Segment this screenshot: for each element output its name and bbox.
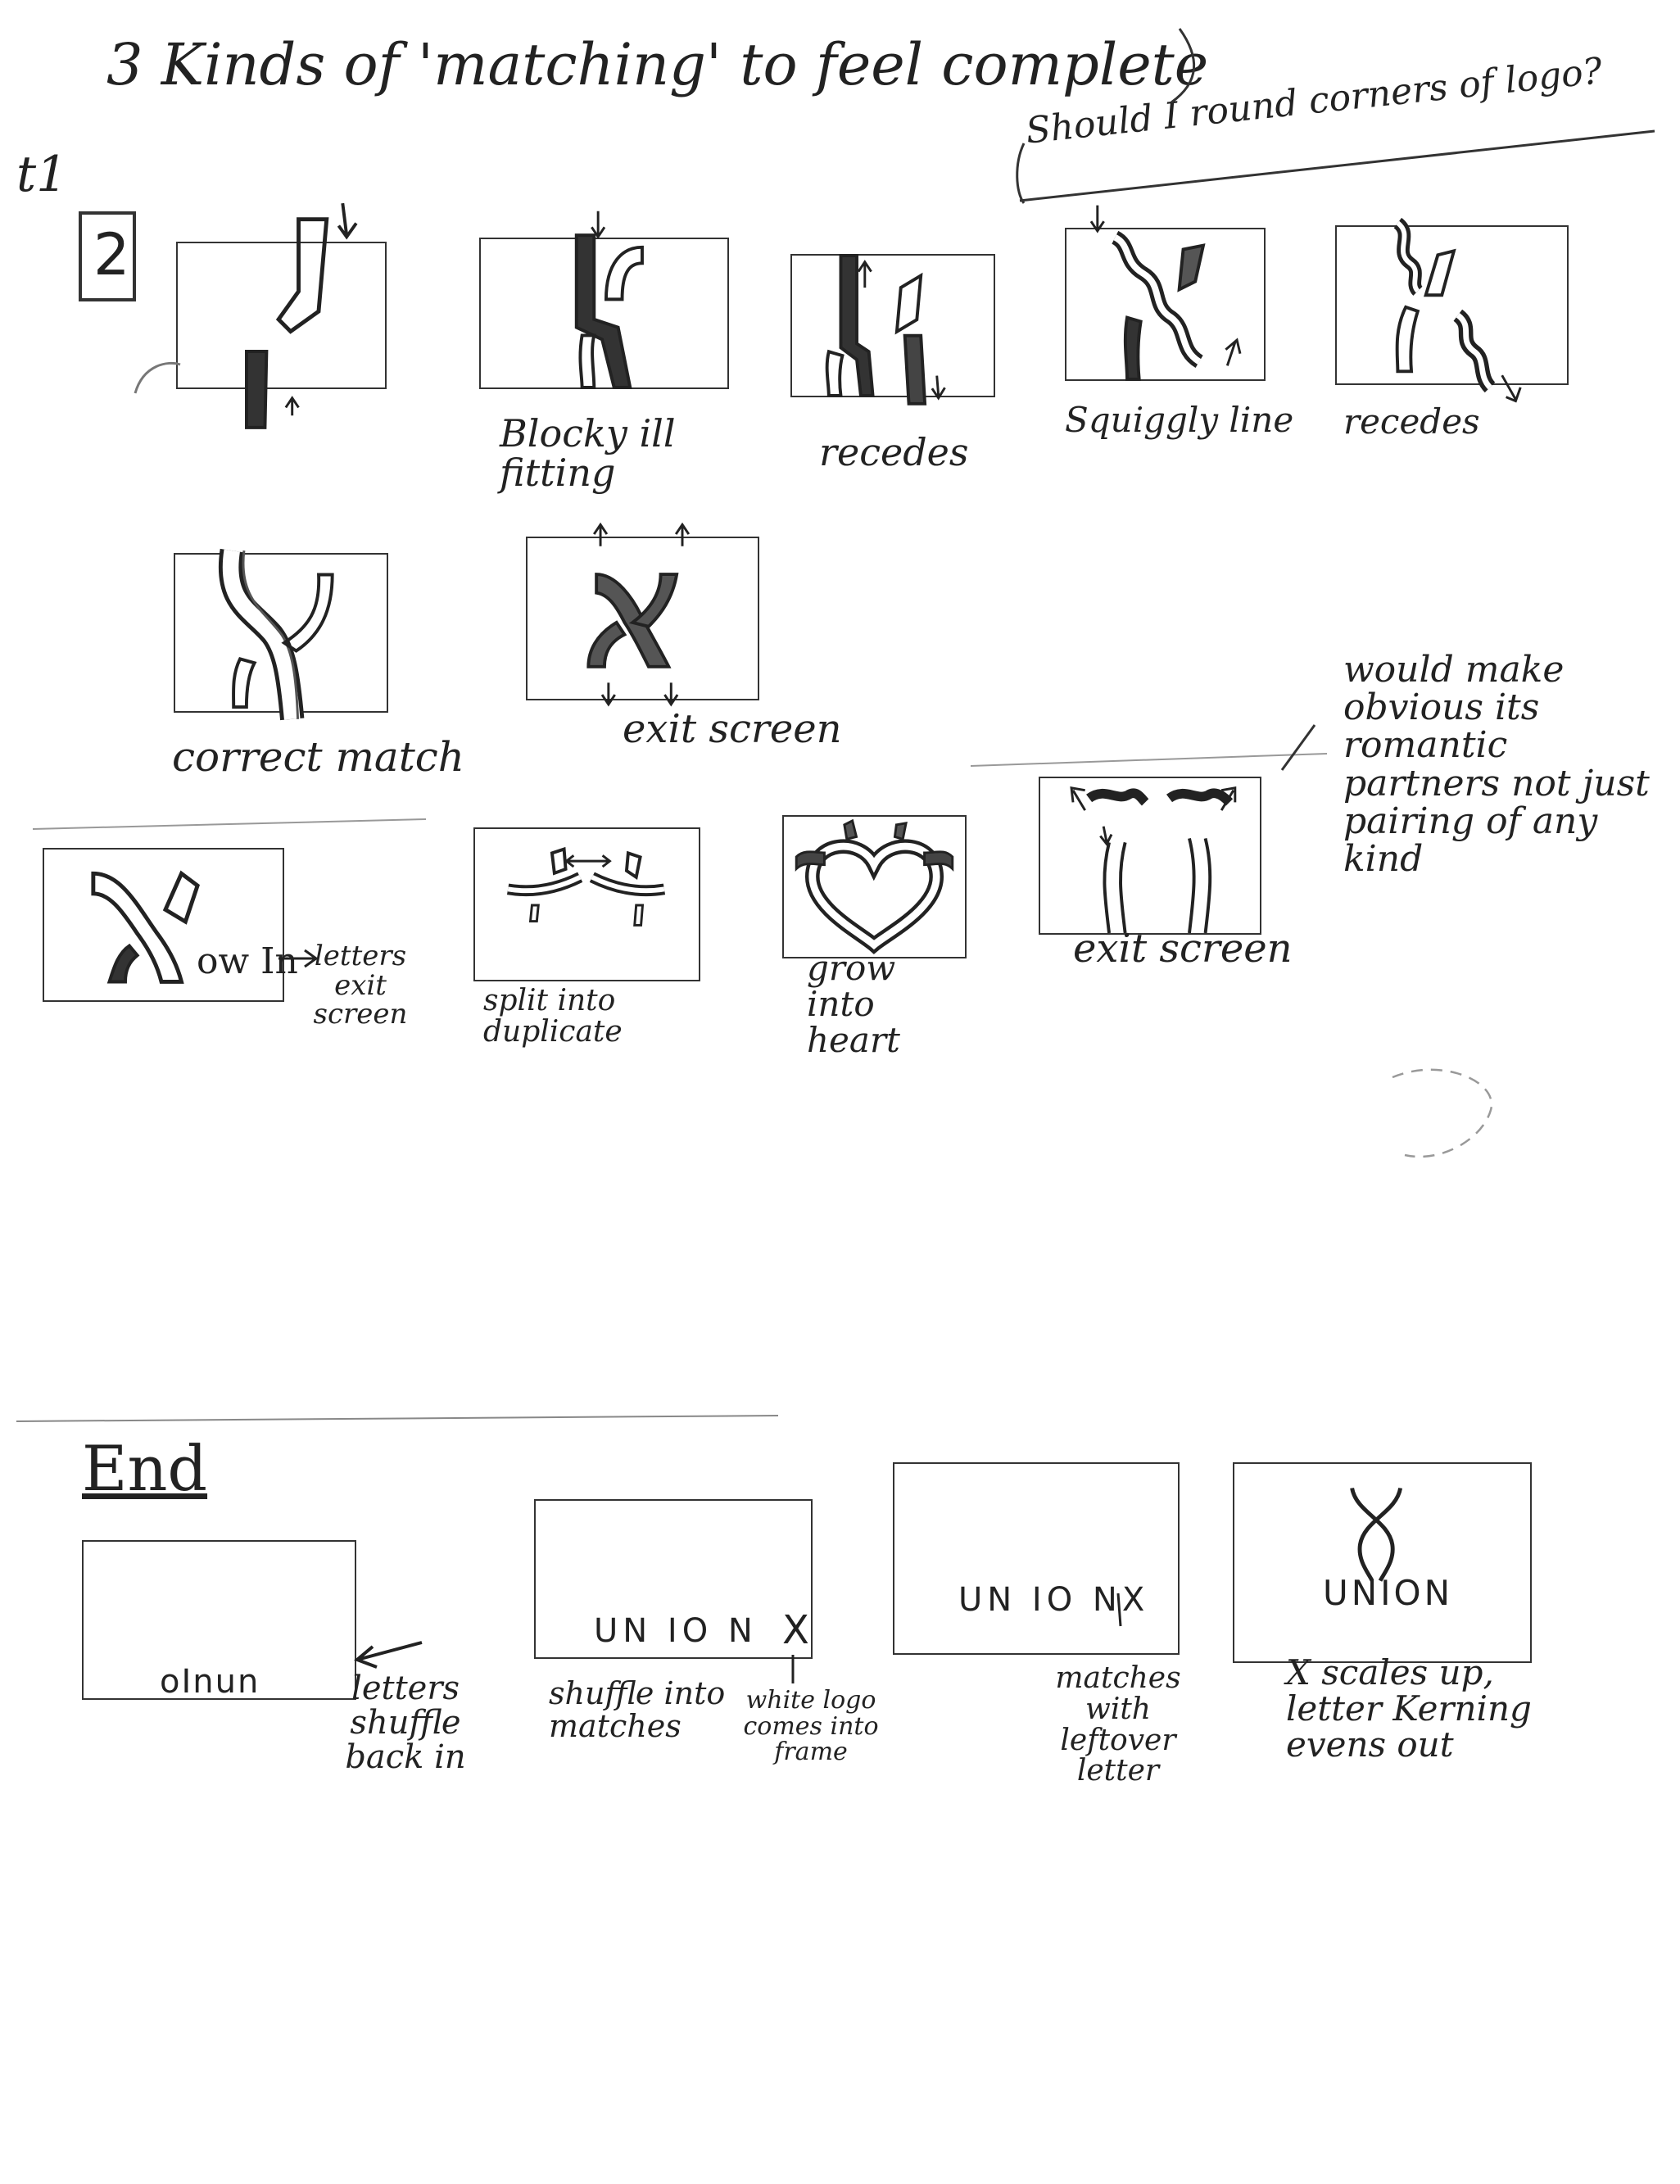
frame-1-2: [479, 211, 729, 389]
romantic-side-note: would make obvious its romantic partners…: [1343, 649, 1650, 880]
curved-arrow-icon: [134, 361, 181, 394]
squiggle-shape: [1166, 788, 1234, 806]
block-shape: [578, 333, 596, 389]
block-shape: [893, 822, 908, 841]
block-shape: [894, 272, 923, 335]
x-logo-shape: [162, 870, 200, 925]
end-frame-3: [893, 1462, 1180, 1655]
block-shape: [624, 850, 642, 880]
arrow-down-icon: [1089, 205, 1105, 233]
x-logo-shape: [106, 943, 140, 984]
block-shape: [903, 333, 927, 406]
block-shape: [528, 904, 540, 923]
heart-half-shape: [1188, 837, 1212, 934]
x-logo-shape: [1357, 1487, 1403, 1582]
caption-blocky: Blocky ill fitting: [500, 411, 676, 496]
frame-1-3: [790, 254, 995, 406]
caption-letters-shuffle: letters shuffle back in: [345, 1670, 466, 1776]
side-note-pointer: [1280, 724, 1316, 771]
caption-recedes-2: recedes: [1343, 401, 1480, 442]
arrow-up-icon: [592, 522, 609, 546]
squiggle-shape: [1086, 788, 1149, 806]
caption-correct-match: correct match: [172, 733, 465, 781]
block-shape: [1424, 248, 1456, 297]
end-separator: [16, 1415, 779, 1422]
arrow-down-icon: [600, 682, 616, 707]
caption-squiggly: Squiggly line: [1065, 400, 1294, 440]
round-corner-sketch: [1392, 1068, 1493, 1158]
block-shape: [1395, 305, 1420, 374]
heart-half-shape: [507, 875, 665, 894]
x-logo-shape: [232, 657, 257, 709]
arrow-down-icon: [337, 202, 358, 240]
double-arrow-icon: [564, 854, 612, 868]
frame-3-2: [473, 827, 700, 981]
x-logo-shape: [281, 573, 334, 653]
heart-shape: [808, 842, 940, 950]
block-shape: [550, 846, 568, 876]
block-shape: [843, 818, 858, 841]
row-separator: [970, 753, 1328, 767]
row3-letters-note: letters exit screen: [313, 940, 408, 1031]
frame-3-4: [1039, 777, 1261, 935]
caption-split-duplicate: split into duplicate: [483, 984, 623, 1049]
arrow-up-icon: [674, 522, 691, 546]
frame-3-3: [782, 815, 967, 958]
caption-x-scales: X scales up, letter Kerning evens out: [1286, 1652, 1532, 1765]
arrow-up-icon: [1225, 338, 1242, 366]
number-box-label: 2: [93, 221, 130, 288]
squiggle-shape: [1456, 313, 1492, 390]
end-heading: End: [82, 1432, 208, 1505]
frame-2-1: [174, 548, 388, 721]
frame-2-2: [526, 522, 759, 707]
arrow-up-icon: [1070, 786, 1086, 811]
caption-exit-screen-1: exit screen: [623, 706, 842, 752]
end-text-3: UN IO NX: [958, 1581, 1150, 1619]
block-shape: [839, 254, 875, 397]
arrow-down-icon: [663, 682, 679, 707]
frame-1-5: [1335, 217, 1569, 403]
x-logo-shape: [628, 573, 679, 628]
section-mark: t1: [16, 146, 68, 203]
end-text-2: UN IO N: [594, 1612, 758, 1650]
block-shape: [574, 233, 632, 389]
caption-exit-screen-2: exit screen: [1073, 926, 1293, 972]
end-text-4: UNION: [1323, 1573, 1454, 1613]
x-logo-shape: [91, 871, 184, 984]
end-extra-x: X: [782, 1607, 814, 1653]
end-text-1: oInun: [160, 1663, 260, 1701]
caption-leftover-letter: matches with leftover letter: [1055, 1661, 1181, 1788]
block-shape: [633, 904, 645, 927]
arrow-up-icon: [857, 260, 872, 288]
note-bracket: [1016, 143, 1026, 204]
frame-1-1: [176, 202, 387, 429]
row-separator: [32, 818, 427, 830]
arrow-down-icon: [591, 211, 606, 239]
caption-shuffle-matches: shuffle into matches: [549, 1675, 726, 1744]
block-shape: [604, 245, 644, 301]
heart-half-shape: [1103, 841, 1127, 934]
block-shape: [825, 349, 845, 397]
arrow-left-icon: [354, 1641, 423, 1669]
row3-logo-text: ow In: [197, 940, 298, 982]
arrow-down-icon: [931, 375, 946, 401]
x-logo-shape: [1350, 1487, 1395, 1582]
number-box: 2: [79, 211, 136, 301]
page-title: 3 Kinds of 'matching' to feel complete: [106, 31, 1209, 98]
caption-grow-heart: grow into heart: [807, 948, 900, 1061]
caption-white-logo: white logo comes into frame: [743, 1686, 879, 1766]
arrow-down-icon: [1501, 374, 1522, 403]
x-logo-shape: [586, 620, 627, 668]
end-frame-4: [1233, 1462, 1532, 1663]
arrow-up-icon: [284, 396, 300, 416]
block-shape: [275, 217, 329, 334]
block-shape: [245, 350, 269, 429]
frame-1-4: [1065, 205, 1266, 381]
block-shape: [1123, 315, 1143, 381]
caption-recedes-1: recedes: [819, 430, 969, 474]
arrow-down-icon: [1099, 826, 1113, 847]
block-shape: [1177, 243, 1206, 292]
